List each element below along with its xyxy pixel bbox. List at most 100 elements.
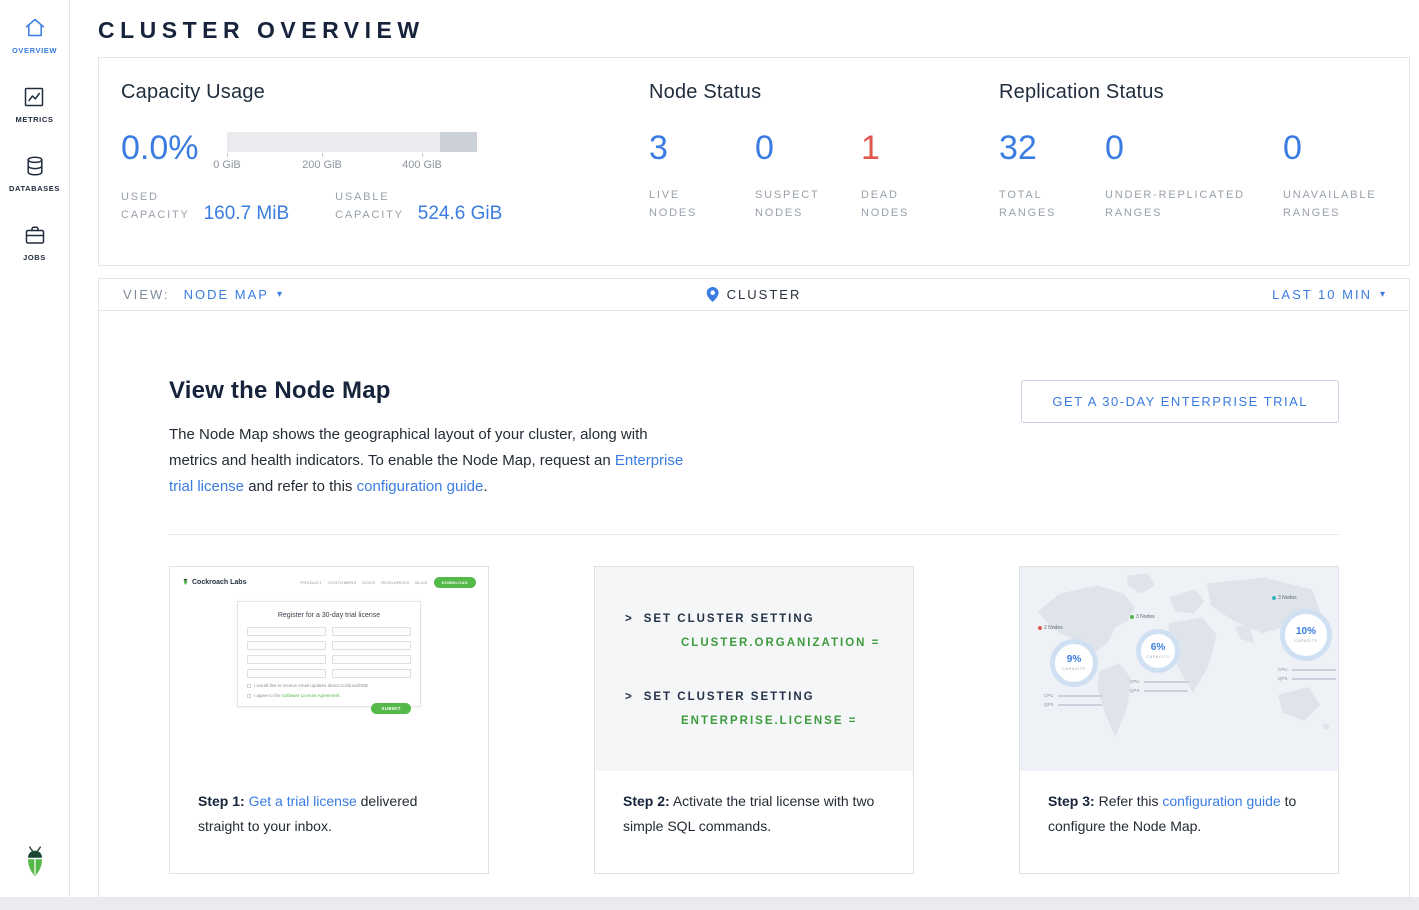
under-replicated-ranges-value: 0 bbox=[1105, 129, 1283, 167]
step-label: Step 2: bbox=[623, 793, 670, 809]
checkbox-label: I agree to the bbox=[254, 693, 281, 698]
configuration-guide-link[interactable]: configuration guide bbox=[357, 478, 484, 495]
view-selector[interactable]: VIEW: NODE MAP ▾ bbox=[123, 287, 282, 302]
gauge-percent: 9% bbox=[1067, 655, 1081, 665]
stat-label-line: RANGES bbox=[999, 204, 1105, 222]
form-field bbox=[247, 641, 326, 650]
gauge-percent: 6% bbox=[1151, 643, 1165, 653]
stat-label-line: NODES bbox=[861, 204, 967, 222]
usable-capacity-value: 524.6 GiB bbox=[418, 203, 503, 225]
used-capacity-stat: USED CAPACITY 160.7 MiB bbox=[121, 188, 289, 224]
chevron-down-icon: ▾ bbox=[277, 289, 282, 300]
checkbox-icon bbox=[247, 684, 251, 688]
node-group-tag: 3 Nodes bbox=[1272, 595, 1297, 601]
sidebar-item-metrics[interactable]: METRICS bbox=[16, 85, 54, 124]
stat-label-line: USABLE bbox=[335, 188, 404, 206]
database-icon bbox=[23, 154, 47, 178]
under-replicated-ranges-stat: 0 UNDER-REPLICATEDRANGES bbox=[1105, 129, 1283, 222]
cluster-scope-label: CLUSTER bbox=[727, 287, 802, 302]
form-field bbox=[332, 669, 411, 678]
configuration-guide-link[interactable]: configuration guide bbox=[1162, 793, 1280, 809]
location-pin-icon bbox=[707, 287, 719, 302]
gauge-label: CAPACITY bbox=[1294, 638, 1318, 643]
trial-license-page-thumbnail: Cockroach Labs PRODUCT CUSTOMERS DOCS RE… bbox=[170, 567, 488, 771]
sidebar-item-jobs[interactable]: JOBS bbox=[23, 223, 47, 262]
node-map-panel: View the Node Map The Node Map shows the… bbox=[98, 310, 1410, 898]
stat-label-line: UNDER-REPLICATED bbox=[1105, 186, 1283, 204]
description-text: The Node Map shows the geographical layo… bbox=[169, 426, 648, 469]
stat-bar bbox=[1292, 669, 1336, 671]
sidebar-item-label: OVERVIEW bbox=[12, 46, 57, 55]
time-range-selector[interactable]: LAST 10 MIN ▾ bbox=[1272, 287, 1385, 302]
app-root: OVERVIEW METRICS DATABASES JOBS bbox=[0, 0, 1419, 910]
gauge-stats: CPU QPS bbox=[1278, 667, 1336, 685]
stat-label-line: DEAD bbox=[861, 186, 967, 204]
sidebar-item-overview[interactable]: OVERVIEW bbox=[12, 16, 57, 55]
step-1-caption: Step 1: Get a trial license delivered st… bbox=[170, 771, 488, 839]
briefcase-icon bbox=[23, 223, 47, 247]
step-2-caption: Step 2: Activate the trial license with … bbox=[595, 771, 913, 839]
sidebar: OVERVIEW METRICS DATABASES JOBS bbox=[0, 0, 70, 897]
enterprise-trial-button[interactable]: GET A 30-DAY ENTERPRISE TRIAL bbox=[1021, 380, 1339, 423]
form-field bbox=[332, 627, 411, 636]
node-dot-icon bbox=[1130, 615, 1134, 619]
download-pill: DOWNLOAD bbox=[434, 577, 476, 588]
time-range-value: LAST 10 MIN bbox=[1272, 287, 1372, 302]
thumb-nav-item: RESOURCES bbox=[381, 580, 409, 585]
replication-status-section: Replication Status 32 TOTALRANGES 0 UNDE… bbox=[999, 81, 1409, 265]
capacity-bar-track bbox=[227, 132, 477, 152]
summary-panel: Capacity Usage 0.0% 0 GiB 200 GiB 400 Gi… bbox=[98, 57, 1410, 266]
cluster-scope: CLUSTER bbox=[707, 287, 802, 302]
view-selected-value: NODE MAP bbox=[184, 287, 269, 302]
dead-nodes-stat: 1 DEADNODES bbox=[861, 129, 967, 222]
brand-name: Cockroach Labs bbox=[192, 579, 246, 586]
step-1-card: Cockroach Labs PRODUCT CUSTOMERS DOCS RE… bbox=[169, 566, 489, 874]
step-3-card: 2 Nodes 3 Nodes 3 Nodes 9%CAPACITY 6%CAP… bbox=[1019, 566, 1339, 874]
gauge-stats: CPU QPS bbox=[1044, 693, 1102, 711]
step-label: Step 1: bbox=[198, 793, 245, 809]
node-count: 3 Nodes bbox=[1278, 595, 1297, 601]
chevron-down-icon: ▾ bbox=[1380, 289, 1385, 300]
view-bar: VIEW: NODE MAP ▾ CLUSTER LAST 10 MIN ▾ bbox=[98, 278, 1410, 311]
code-text: SET CLUSTER SETTING bbox=[644, 613, 815, 625]
cockroach-logo-small-icon bbox=[182, 577, 192, 588]
view-label: VIEW: bbox=[123, 287, 170, 302]
used-capacity-value: 160.7 MiB bbox=[204, 203, 290, 225]
page-title: CLUSTER OVERVIEW bbox=[70, 0, 1419, 57]
axis-tick-label: 200 GiB bbox=[302, 159, 342, 171]
sidebar-item-databases[interactable]: DATABASES bbox=[9, 154, 60, 193]
stat-bar bbox=[1144, 690, 1188, 692]
stat-label-line: NODES bbox=[649, 204, 755, 222]
thumb-nav-item: PRODUCT bbox=[300, 580, 322, 585]
form-checkbox-row: I would like to receive email updates ab… bbox=[247, 683, 411, 688]
form-field bbox=[247, 655, 326, 664]
node-group-tag: 3 Nodes bbox=[1130, 614, 1155, 620]
axis-tick-label: 0 GiB bbox=[213, 159, 241, 171]
node-count: 2 Nodes bbox=[1044, 625, 1063, 631]
code-line: >SET CLUSTER SETTING bbox=[625, 685, 913, 709]
stat-bar bbox=[1144, 681, 1188, 683]
stat-label-line: NODES bbox=[755, 204, 861, 222]
stat-label: CPU bbox=[1130, 679, 1144, 684]
divider bbox=[169, 534, 1339, 535]
code-line: CLUSTER.ORGANIZATION = bbox=[625, 631, 913, 655]
sidebar-item-label: DATABASES bbox=[9, 184, 60, 193]
code-line: ENTERPRISE.LICENSE = bbox=[625, 709, 913, 733]
license-agreement-text: Software License Agreement bbox=[282, 693, 340, 698]
stat-bar bbox=[1292, 678, 1336, 680]
get-trial-license-link[interactable]: Get a trial license bbox=[249, 793, 357, 809]
submit-pill: SUBMIT bbox=[371, 703, 411, 714]
cockroach-logo bbox=[21, 844, 49, 885]
usable-capacity-stat: USABLE CAPACITY 524.6 GiB bbox=[335, 188, 502, 224]
live-nodes-value: 3 bbox=[649, 129, 755, 167]
main-content: CLUSTER OVERVIEW Capacity Usage 0.0% 0 G… bbox=[70, 0, 1419, 897]
description-text: and refer to this bbox=[248, 478, 352, 495]
caption-text: Refer this bbox=[1099, 793, 1159, 809]
sql-commands-thumbnail: >SET CLUSTER SETTING CLUSTER.ORGANIZATIO… bbox=[595, 567, 913, 771]
form-field bbox=[332, 655, 411, 664]
node-group-tag: 2 Nodes bbox=[1038, 625, 1063, 631]
suspect-nodes-stat: 0 SUSPECTNODES bbox=[755, 129, 861, 222]
axis-tick-label: 400 GiB bbox=[402, 159, 442, 171]
stat-bar bbox=[1058, 704, 1102, 706]
stat-bar bbox=[1058, 695, 1102, 697]
